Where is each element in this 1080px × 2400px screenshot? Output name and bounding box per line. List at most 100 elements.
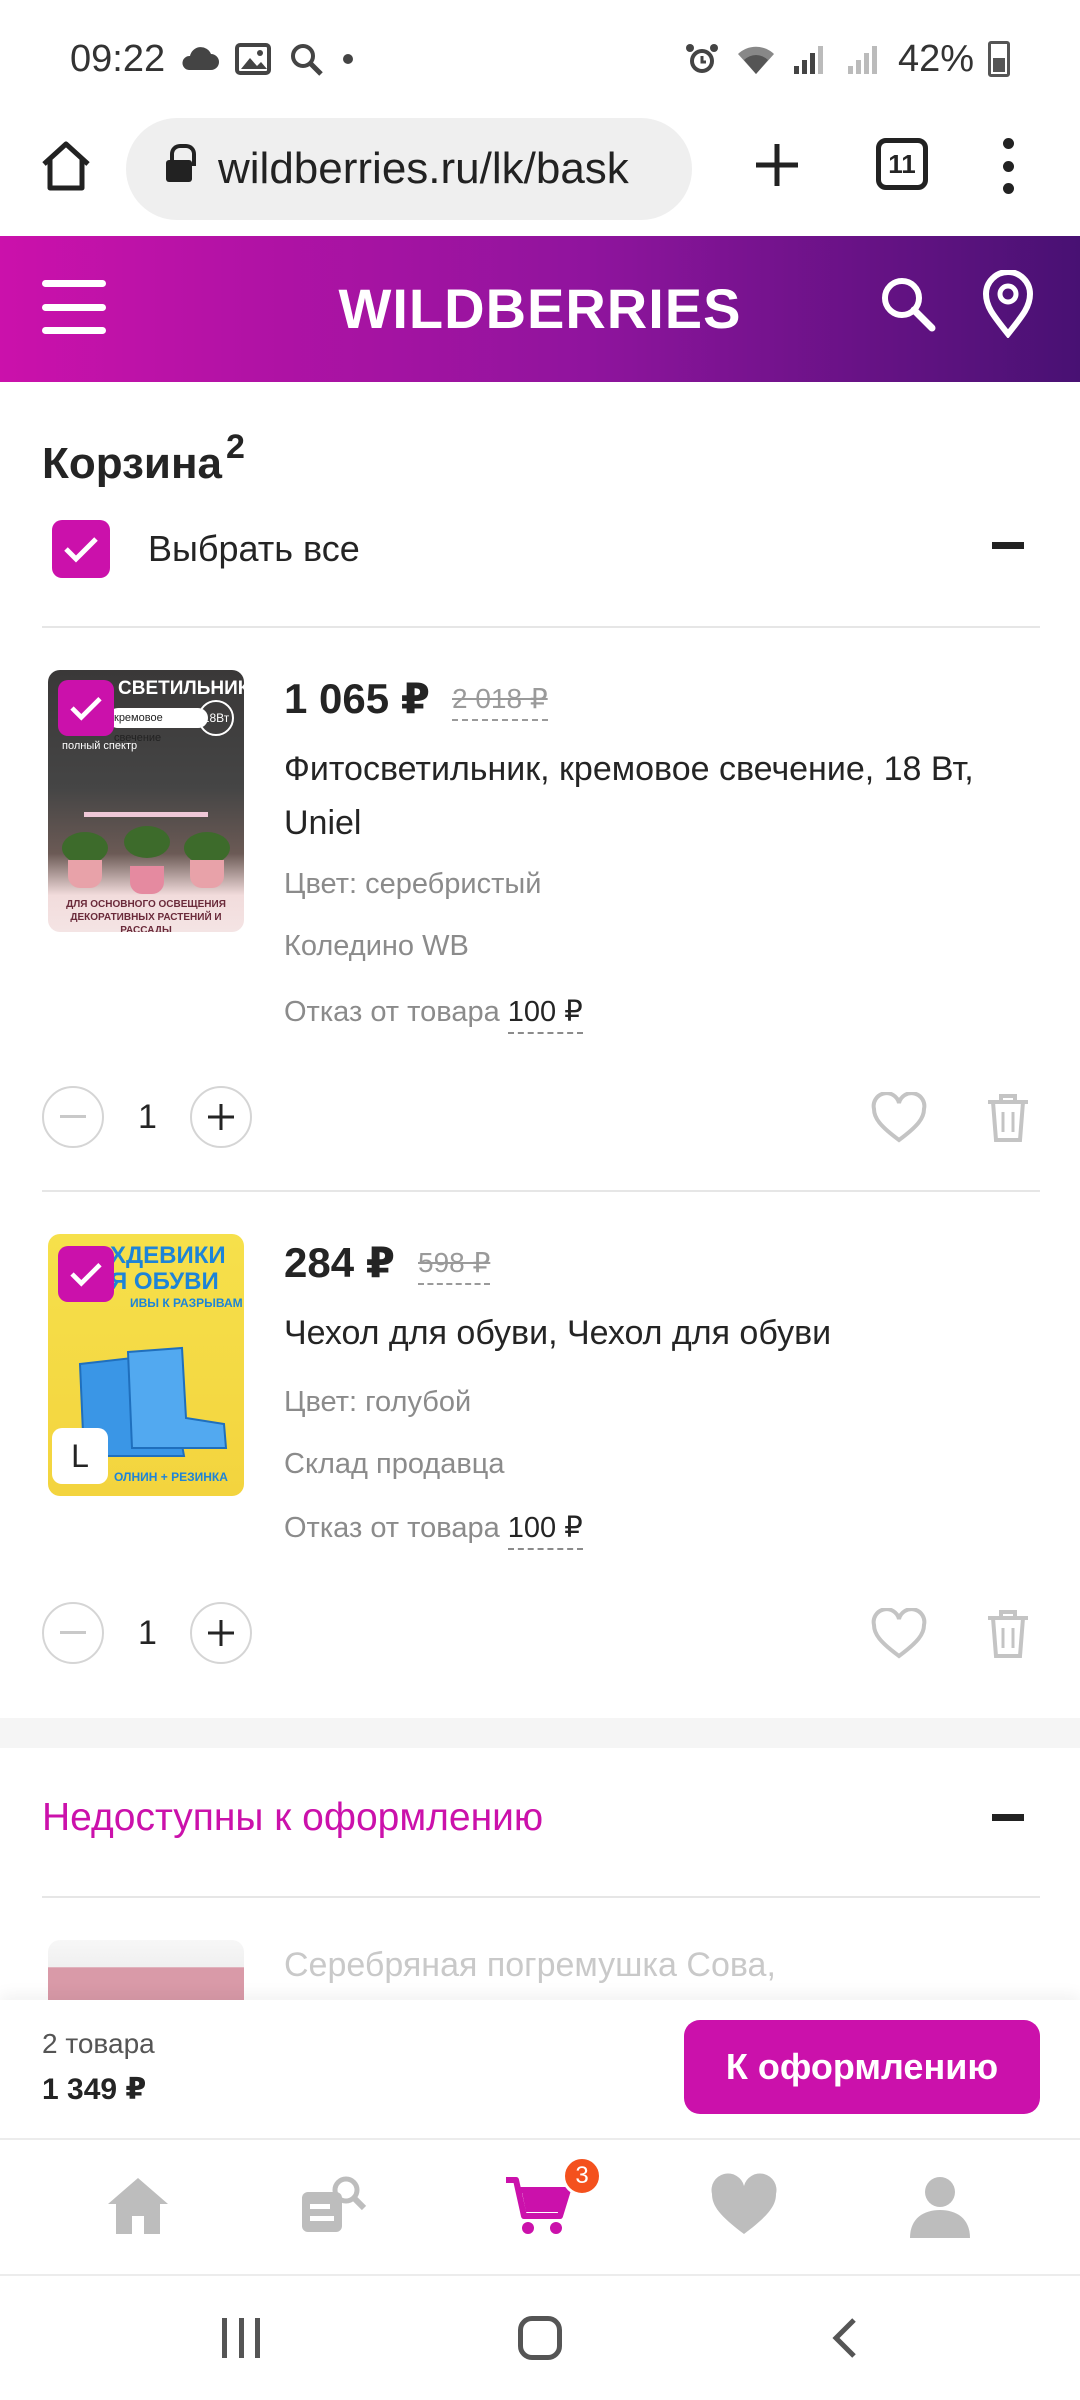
image-caption: полный спектр xyxy=(62,740,138,752)
unavailable-section-title[interactable]: Недоступны к оформлению xyxy=(42,1796,543,1840)
image-caption: ХДЕВИКИ xyxy=(110,1242,226,1269)
select-all-row[interactable]: Выбрать все xyxy=(52,520,360,578)
url-text: wildberries.ru/lk/bask xyxy=(218,144,629,193)
site-header: WILDBERRIES xyxy=(0,236,1080,382)
lock-icon xyxy=(166,144,196,184)
checkout-total: 1 349 ₽ xyxy=(42,2073,147,2106)
recent-apps-icon[interactable] xyxy=(222,2318,260,2358)
image-caption: СВЕТИЛЬНИК xyxy=(118,678,244,699)
alarm-icon xyxy=(685,44,718,73)
search-icon[interactable] xyxy=(876,272,940,336)
browser-home-icon[interactable] xyxy=(38,138,94,194)
trash-icon[interactable] xyxy=(984,1092,1032,1144)
minus-icon xyxy=(60,1631,86,1634)
battery-percent: 42% xyxy=(897,37,974,80)
system-navigation xyxy=(0,2274,1080,2400)
collapse-basket-icon[interactable] xyxy=(992,542,1024,549)
search-icon xyxy=(291,44,323,76)
status-bar: 09:22 42% xyxy=(0,0,1080,118)
profile-icon[interactable] xyxy=(904,2170,976,2242)
item-name[interactable]: Фитосветильник, кремовое свечение, 18 Вт… xyxy=(284,742,1024,850)
checkmark-icon xyxy=(70,1263,102,1287)
basket-count: 2 xyxy=(226,428,245,466)
signal-icon xyxy=(793,46,823,74)
checkout-bar: 2 товара 1 349 ₽ К оформлению xyxy=(0,2000,1080,2138)
product-image xyxy=(48,1940,244,2000)
image-caption: ОЛНИН + РЕЗИНКА xyxy=(114,1470,228,1484)
item-color: Цвет: голубой xyxy=(284,1386,471,1419)
home-icon[interactable] xyxy=(102,2170,174,2242)
divider xyxy=(42,1896,1040,1898)
item-refusal-value[interactable]: 100 ₽ xyxy=(507,1512,583,1550)
heart-icon[interactable] xyxy=(870,1092,928,1144)
select-all-label: Выбрать все xyxy=(148,528,360,569)
address-bar[interactable]: wildberries.ru/lk/bask xyxy=(126,118,692,220)
image-caption: кремовое свечение xyxy=(108,708,208,744)
plus-icon xyxy=(208,1620,234,1646)
heart-icon[interactable] xyxy=(870,1608,928,1660)
browser-toolbar: wildberries.ru/lk/bask 11 xyxy=(0,118,1080,236)
plus-icon xyxy=(208,1104,234,1130)
new-tab-icon[interactable] xyxy=(752,140,802,190)
trash-icon[interactable] xyxy=(984,1608,1032,1660)
item-color-label: Цвет: xyxy=(284,868,358,900)
item-quantity: 1 xyxy=(138,1098,157,1136)
item-name[interactable]: Чехол для обуви, Чехол для обуви xyxy=(284,1306,1024,1360)
item-price: 1 065 ₽ xyxy=(284,675,430,722)
location-pin-icon[interactable] xyxy=(978,270,1038,338)
item-refusal-label: Отказ от товара xyxy=(284,1512,500,1544)
image-icon xyxy=(235,43,272,75)
cloud-icon xyxy=(182,47,220,70)
basket-title-text: Корзина xyxy=(42,439,222,488)
back-icon[interactable] xyxy=(826,2316,866,2360)
catalog-search-icon[interactable] xyxy=(296,2170,368,2242)
checkmark-icon xyxy=(70,697,102,721)
browser-menu-icon[interactable] xyxy=(998,138,1018,194)
signal-2-icon xyxy=(847,46,877,74)
size-badge: L xyxy=(52,1428,108,1484)
unavailable-item-name: Серебряная погремушка Сова, xyxy=(284,1946,776,1984)
item-refusal: Отказ от товара 100 ₽ xyxy=(284,1510,583,1550)
wifi-icon xyxy=(737,46,774,74)
battery-icon xyxy=(988,41,1010,77)
item-refusal: Отказ от товара 100 ₽ xyxy=(284,994,583,1034)
item-color-value: голубой xyxy=(365,1386,472,1418)
item-quantity: 1 xyxy=(138,1614,157,1652)
item-warehouse: Коледино WB xyxy=(284,930,469,962)
item-refusal-value[interactable]: 100 ₽ xyxy=(507,996,583,1034)
heart-icon[interactable] xyxy=(708,2170,780,2242)
dot-icon xyxy=(343,54,354,64)
item-checkbox[interactable] xyxy=(58,680,114,736)
collapse-unavailable-icon[interactable] xyxy=(992,1814,1024,1821)
page-title: Корзина 2 xyxy=(42,428,245,489)
decrease-quantity-button[interactable] xyxy=(42,1602,104,1664)
increase-quantity-button[interactable] xyxy=(190,1086,252,1148)
bottom-navigation: 3 xyxy=(0,2138,1080,2274)
image-caption: ИВЫ К РАЗРЫВАМ xyxy=(130,1296,243,1310)
decrease-quantity-button[interactable] xyxy=(42,1086,104,1148)
increase-quantity-button[interactable] xyxy=(190,1602,252,1664)
checkout-button[interactable]: К оформлению xyxy=(684,2020,1040,2114)
select-all-checkbox[interactable] xyxy=(52,520,110,578)
item-refusal-label: Отказ от товара xyxy=(284,996,500,1028)
tabs-count-button[interactable]: 11 xyxy=(876,138,928,190)
divider xyxy=(42,1190,1040,1192)
item-price: 284 ₽ xyxy=(284,1239,395,1286)
item-color-label: Цвет: xyxy=(284,1386,358,1418)
image-caption: ДЛЯ ОСНОВНОГО ОСВЕЩЕНИЯ ДЕКОРАТИВНЫХ РАС… xyxy=(66,899,226,932)
item-color: Цвет: серебристый xyxy=(284,868,541,901)
item-warehouse: Склад продавца xyxy=(284,1448,505,1480)
divider xyxy=(42,626,1040,628)
checkout-count: 2 товара xyxy=(42,2028,155,2059)
item-old-price[interactable]: 598 ₽ xyxy=(418,1246,491,1285)
image-caption: 18Вт xyxy=(198,700,234,736)
item-old-price[interactable]: 2 018 ₽ xyxy=(452,682,548,721)
item-checkbox[interactable] xyxy=(58,1246,114,1302)
section-separator xyxy=(0,1718,1080,1748)
checkmark-icon xyxy=(64,537,98,563)
cart-badge: 3 xyxy=(562,2156,602,2196)
status-time: 09:22 xyxy=(70,37,166,80)
item-color-value: серебристый xyxy=(365,868,542,900)
system-home-icon[interactable] xyxy=(518,2316,562,2360)
minus-icon xyxy=(60,1115,86,1118)
